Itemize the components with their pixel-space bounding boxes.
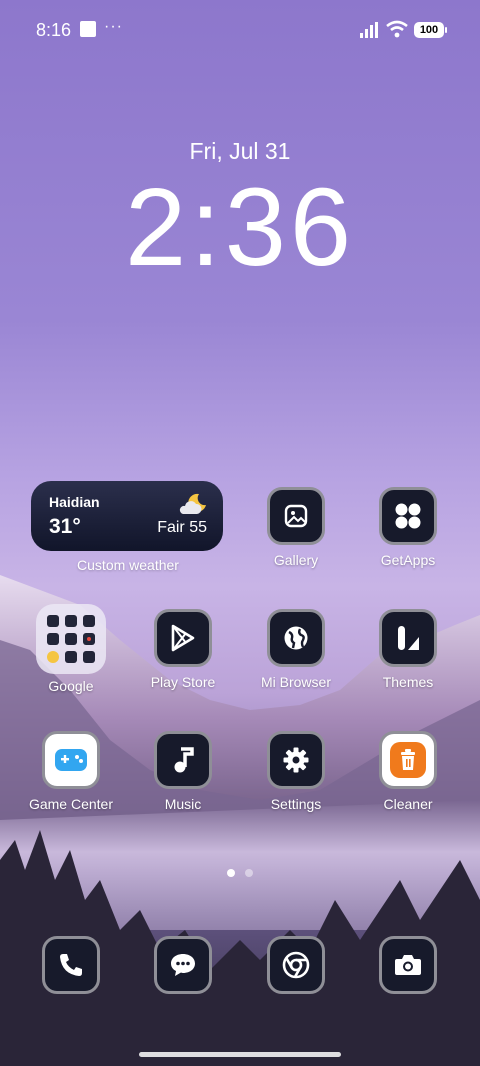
app-game-center[interactable]: Game Center (16, 731, 126, 812)
app-label: Settings (270, 796, 322, 812)
app-label: Themes (382, 674, 434, 690)
app-label: Play Store (150, 674, 216, 690)
app-label: Music (164, 796, 202, 812)
app-play-store[interactable]: Play Store (128, 609, 238, 690)
battery-indicator: 100 (414, 22, 447, 38)
app-label: Gallery (273, 552, 319, 568)
gamepad-icon (42, 731, 100, 789)
app-mi-browser[interactable]: Mi Browser (241, 609, 351, 690)
app-themes[interactable]: Themes (353, 609, 463, 690)
image-icon (267, 487, 325, 545)
more-notifications-indicator: ··· (104, 18, 123, 35)
signal-icon (360, 22, 378, 38)
app-cleaner[interactable]: Cleaner (353, 731, 463, 812)
weather-condition: Fair 55 (157, 519, 207, 536)
camera-icon (379, 936, 437, 994)
page-dot-active[interactable] (227, 869, 235, 877)
globe-icon (267, 609, 325, 667)
app-label: Cleaner (383, 796, 433, 812)
chrome-icon (267, 936, 325, 994)
app-gallery[interactable]: Gallery (241, 487, 351, 568)
app-getapps[interactable]: GetApps (353, 487, 463, 568)
dock-phone[interactable] (16, 936, 126, 994)
home-clock[interactable]: 2:36 (0, 168, 480, 288)
trash-icon (379, 731, 437, 789)
notification-square-icon (80, 21, 96, 37)
app-music[interactable]: Music (128, 731, 238, 812)
weather-widget-label: Custom weather (77, 557, 179, 573)
page-indicator (0, 864, 480, 882)
gear-icon (267, 731, 325, 789)
page-dot[interactable] (245, 869, 253, 877)
lock-date: Fri, Jul 31 (189, 138, 291, 164)
app-label: GetApps (380, 552, 436, 568)
status-time: 8:16 (36, 20, 72, 40)
wifi-icon (386, 20, 408, 38)
weather-temperature: 31° (49, 515, 81, 538)
folder-google[interactable]: Google (16, 604, 126, 694)
app-label: Mi Browser (260, 674, 331, 690)
weather-widget[interactable]: Haidian 31° Fair 55 (31, 481, 223, 551)
app-settings[interactable]: Settings (241, 731, 351, 812)
weather-city: Haidian (49, 494, 100, 510)
partly-cloudy-night-icon (179, 493, 206, 514)
status-bar: 8:16 ··· 100 (0, 0, 480, 60)
chat-bubble-icon (154, 936, 212, 994)
app-label: Google (48, 678, 94, 694)
play-triangle-icon (154, 609, 212, 667)
app-label: Game Center (28, 796, 114, 812)
phone-icon (42, 936, 100, 994)
dock-camera[interactable] (353, 936, 463, 994)
dock-messages[interactable] (128, 936, 238, 994)
music-note-icon (154, 731, 212, 789)
home-gesture-bar[interactable] (139, 1052, 341, 1057)
themes-icon (379, 609, 437, 667)
folder-icon (36, 604, 106, 674)
four-dots-icon (379, 487, 437, 545)
dock-chrome[interactable] (241, 936, 351, 994)
